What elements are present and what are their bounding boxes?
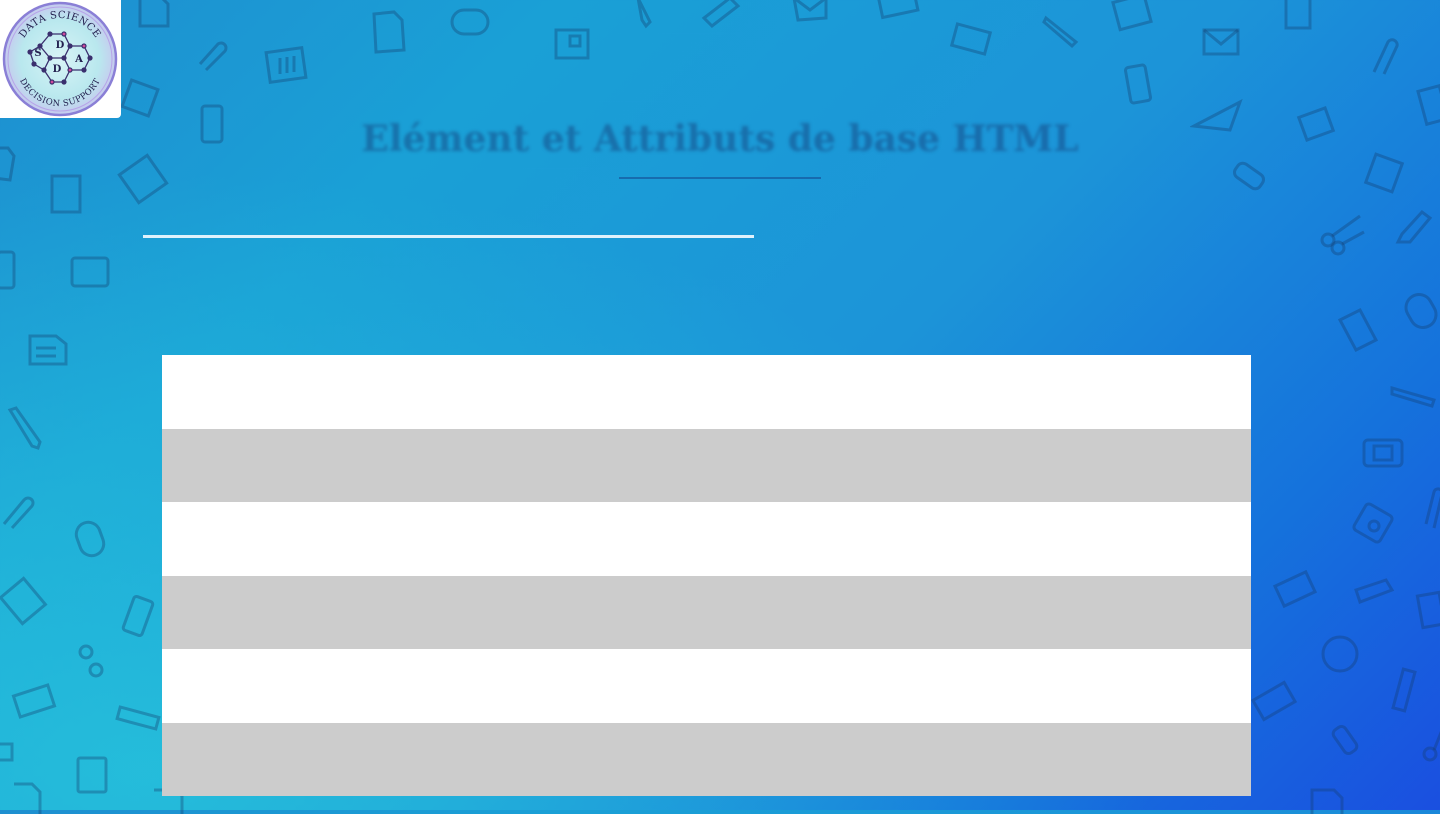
striped-table xyxy=(162,355,1251,796)
document-icon xyxy=(14,782,42,814)
glasses-icon xyxy=(78,644,104,678)
logo: DATA SCIENCE DECISION SUPPORT S D D A xyxy=(0,0,121,118)
wallet-icon xyxy=(120,78,160,118)
pencil-icon xyxy=(636,0,652,29)
envelope-icon xyxy=(1272,569,1318,609)
document-icon xyxy=(1337,308,1379,352)
phone-icon xyxy=(1124,63,1152,105)
table-row xyxy=(162,575,1251,649)
table-row xyxy=(162,722,1251,796)
tablet-icon xyxy=(70,256,110,288)
marker-icon xyxy=(1395,209,1433,244)
slide-title: Elément et Attributs de base HTML xyxy=(361,118,1079,160)
envelope-icon xyxy=(792,0,828,22)
ruler-icon xyxy=(1391,667,1417,713)
mouse-icon xyxy=(450,8,490,36)
notebook-icon xyxy=(50,174,82,214)
credit-card-icon xyxy=(949,22,993,56)
table-row xyxy=(162,428,1251,502)
table-row xyxy=(162,502,1251,576)
data-science-decision-support-logo: DATA SCIENCE DECISION SUPPORT S D D A xyxy=(2,1,118,117)
notebook-icon xyxy=(76,756,108,794)
wallet-icon xyxy=(554,28,590,60)
pen-icon xyxy=(1042,15,1079,49)
paperclip-icon xyxy=(1372,38,1399,75)
mouse-icon xyxy=(1404,293,1438,329)
game-console-icon xyxy=(1362,438,1404,468)
document-lines-icon xyxy=(28,334,68,366)
logo-letter-d2: D xyxy=(53,64,62,75)
document-icon xyxy=(372,10,406,54)
notebook-icon xyxy=(1415,590,1440,630)
marker-icon xyxy=(1354,578,1395,604)
scissors-icon xyxy=(1422,730,1440,762)
table-row xyxy=(162,355,1251,429)
scissors-icon xyxy=(1320,214,1365,256)
paperclip-icon xyxy=(198,41,228,72)
logo-letter-d: D xyxy=(56,40,65,51)
usb-drive-icon xyxy=(1232,161,1266,191)
phone-icon xyxy=(0,250,16,290)
notepad-icon xyxy=(264,45,308,85)
notebook-icon xyxy=(1284,0,1312,30)
paperclip-icon xyxy=(2,496,35,530)
logo-letter-s: S xyxy=(34,48,41,59)
paperclip-icon xyxy=(1424,487,1440,529)
image-icon xyxy=(1111,0,1153,32)
title-underline xyxy=(619,177,821,179)
mouse-icon xyxy=(74,520,106,558)
envelope-icon xyxy=(1202,28,1240,56)
ruler-icon xyxy=(701,0,741,28)
pen-icon xyxy=(1390,386,1436,408)
document-lines-icon xyxy=(0,576,48,626)
document-icon xyxy=(138,0,170,28)
table-row xyxy=(162,649,1251,723)
notepad-icon xyxy=(876,0,920,20)
credit-card-icon xyxy=(11,683,57,719)
usb-drive-icon xyxy=(0,742,14,762)
cookie-icon xyxy=(1321,635,1359,673)
usb-drive-icon xyxy=(1331,724,1359,756)
separator-line xyxy=(143,235,754,238)
credit-card-icon xyxy=(1250,680,1298,722)
logo-letter-a: A xyxy=(74,54,83,65)
phone-icon xyxy=(121,595,155,637)
music-player-icon xyxy=(1352,502,1394,544)
ruler-icon xyxy=(115,705,161,731)
pencil-icon xyxy=(7,406,42,450)
